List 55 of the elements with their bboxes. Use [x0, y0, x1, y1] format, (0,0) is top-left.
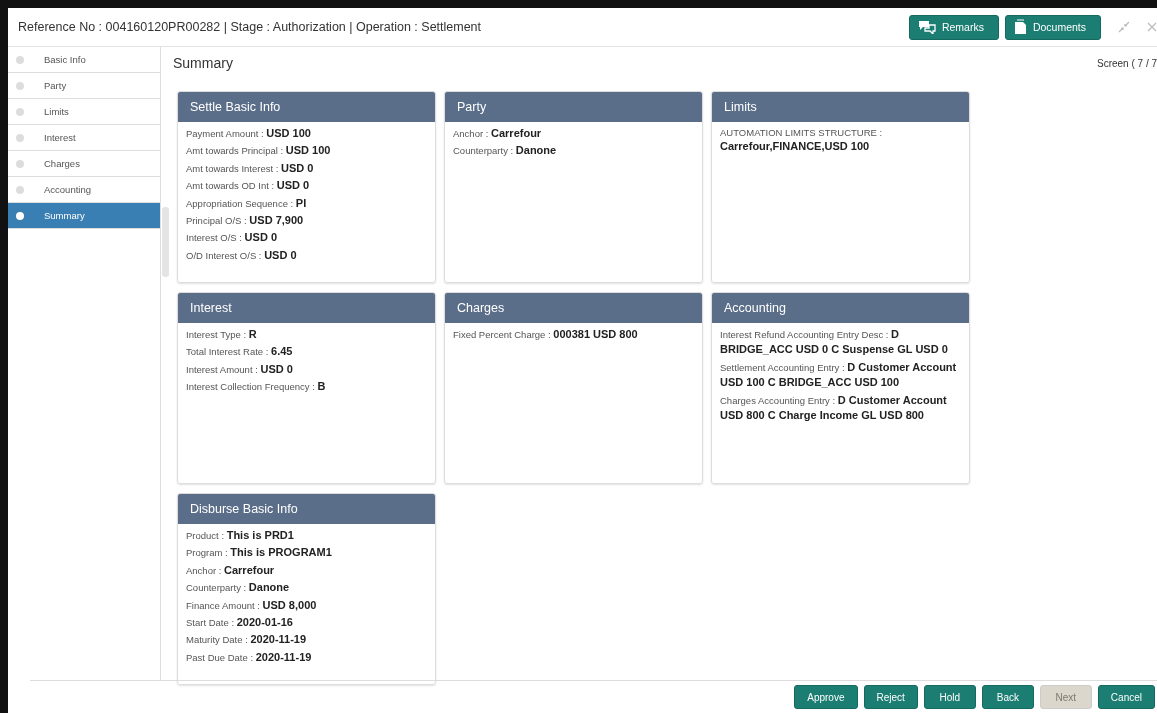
- field-text: Interest Collection Frequency : B: [186, 379, 327, 395]
- action-button[interactable]: Approve: [794, 685, 858, 709]
- field-text: Anchor : Carrefour: [186, 562, 276, 578]
- field-text: AUTOMATION LIMITS STRUCTURE : Carrefour,FINANCE,USD 100: [720, 126, 884, 155]
- field-text: Maturity Date : 2020-11-19: [186, 632, 308, 648]
- screen-counter: Screen ( 7 / 7: [1096, 57, 1157, 69]
- card-header: Accounting: [712, 293, 969, 323]
- field-text: Counterparty : Danone: [186, 580, 291, 596]
- card-header: Party: [445, 92, 702, 122]
- scrollbar-thumb[interactable]: [162, 207, 169, 277]
- field-text: Finance Amount : USD 8,000: [186, 597, 318, 613]
- sidebar-item[interactable]: Interest: [8, 125, 160, 151]
- field-text: Amt towards Interest : USD 0: [186, 160, 315, 176]
- field-text: Settlement Accounting Entry : D Customer Account USD 100 C BRIDGE_ACC USD 100: [720, 359, 958, 391]
- field-text: Fixed Percent Charge : 000381 USD 800: [453, 327, 639, 342]
- field-text: Start Date : 2020-01-16: [186, 614, 294, 630]
- action-button[interactable]: Reject: [863, 685, 918, 709]
- field-text: Total Interest Rate : 6.45: [186, 344, 294, 360]
- field-text: Appropriation Sequence : PI: [186, 195, 308, 211]
- window-title: Reference No : 004160120PR00282 | Stage : Authorization | Operation : Settlement: [18, 20, 482, 34]
- field-text: Charges Accounting Entry : D Customer Account USD 800 C Charge Income GL USD 800: [720, 392, 948, 423]
- document-icon: [1013, 19, 1027, 35]
- card-header: Charges: [445, 293, 702, 323]
- close-icon[interactable]: [1147, 22, 1157, 32]
- header-button[interactable]: Remarks: [908, 14, 999, 40]
- sidebar-item[interactable]: Limits: [8, 99, 160, 125]
- action-button[interactable]: Back: [981, 685, 1034, 709]
- field-text: Interest Refund Accounting Entry Desc : D BRIDGE_ACC USD 0 C Suspense GL USD 0: [720, 327, 949, 358]
- field-text: Interest O/S : USD 0: [186, 230, 278, 246]
- sidebar-item[interactable]: Charges: [8, 151, 160, 177]
- header-button[interactable]: Documents: [1004, 14, 1101, 40]
- field-text: Past Due Date : 2020-11-19: [186, 649, 313, 665]
- action-button[interactable]: Hold: [923, 685, 976, 709]
- field-text: Principal O/S : USD 7,900: [186, 212, 305, 228]
- field-text: Program : This is PROGRAM1: [186, 545, 333, 561]
- field-text: Amt towards OD Int : USD 0: [186, 178, 311, 194]
- field-text: Product : This is PRD1: [186, 528, 295, 543]
- page-title: Summary: [173, 55, 233, 71]
- field-text: Interest Type : R: [186, 327, 258, 342]
- field-text: Anchor : Carrefour: [453, 126, 543, 141]
- card-header: Disburse Basic Info: [178, 494, 435, 524]
- sidebar-item[interactable]: Summary: [8, 203, 160, 229]
- chat-icon: [917, 20, 936, 34]
- sidebar-item[interactable]: Party: [8, 73, 160, 99]
- field-text: Payment Amount : USD 100: [186, 126, 312, 141]
- field-text: Counterparty : Danone: [453, 143, 558, 159]
- card-header: Limits: [712, 92, 969, 122]
- field-text: Interest Amount : USD 0: [186, 361, 294, 377]
- action-button[interactable]: Cancel: [1097, 685, 1155, 709]
- sidebar-item[interactable]: Basic Info: [8, 47, 160, 73]
- card-header: Settle Basic Info: [178, 92, 435, 122]
- card-header: Interest: [178, 293, 435, 323]
- collapse-icon[interactable]: [1117, 20, 1131, 34]
- field-text: O/D Interest O/S : USD 0: [186, 247, 298, 263]
- field-text: Amt towards Principal : USD 100: [186, 143, 332, 159]
